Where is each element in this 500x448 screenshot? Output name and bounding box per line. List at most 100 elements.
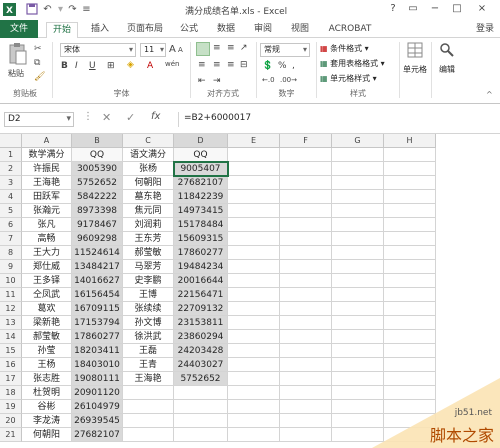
table-cell[interactable]: 20901120 (72, 386, 123, 400)
table-cell[interactable]: 15178484 (174, 218, 228, 232)
row-header-14[interactable]: 14 (0, 330, 22, 344)
tab-insert[interactable]: 插入 (84, 22, 116, 37)
table-cell[interactable] (384, 316, 436, 330)
table-cell[interactable]: 17860277 (72, 330, 123, 344)
table-cell[interactable]: 徐洪武 (123, 330, 174, 344)
table-cell[interactable] (384, 260, 436, 274)
column-header-a[interactable]: A (22, 134, 72, 148)
border-icon[interactable]: ⊞ (107, 61, 115, 71)
middle-align-icon[interactable]: ≡ (213, 43, 221, 53)
table-cell[interactable] (280, 414, 332, 428)
table-cell[interactable]: 焦元同 (123, 204, 174, 218)
help-icon[interactable]: ? (386, 2, 400, 16)
increase-decimal-icon[interactable]: ←.0 (262, 76, 275, 84)
table-cell[interactable]: 26939545 (72, 414, 123, 428)
font-grow-icon[interactable]: A (169, 44, 176, 55)
cancel-icon[interactable]: ✕ (102, 111, 111, 124)
format-as-table-button[interactable]: ▦ 套用表格格式 ▾ (320, 58, 385, 69)
fill-color-icon[interactable]: ◈ (127, 60, 134, 70)
table-cell[interactable]: 杜贺明 (22, 386, 72, 400)
table-cell[interactable]: 高畅 (22, 232, 72, 246)
table-cell[interactable] (332, 246, 384, 260)
table-cell[interactable]: 仝凤武 (22, 288, 72, 302)
table-cell[interactable]: 14973415 (174, 204, 228, 218)
row-header-20[interactable]: 20 (0, 414, 22, 428)
table-cell[interactable] (280, 176, 332, 190)
table-cell[interactable] (174, 428, 228, 442)
table-cell[interactable]: 19080111 (72, 372, 123, 386)
paste-icon[interactable] (8, 42, 28, 69)
table-cell[interactable]: 26104979 (72, 400, 123, 414)
table-cell[interactable] (332, 260, 384, 274)
tab-review[interactable]: 审阅 (248, 22, 278, 37)
row-header-9[interactable]: 9 (0, 260, 22, 274)
redo-icon[interactable]: ↷ (66, 3, 79, 16)
table-cell[interactable] (123, 400, 174, 414)
find-icon[interactable] (439, 42, 455, 61)
currency-icon[interactable]: 💲 (262, 61, 273, 71)
italic-button[interactable]: I (75, 61, 78, 71)
row-header-8[interactable]: 8 (0, 246, 22, 260)
table-cell[interactable] (228, 344, 280, 358)
table-cell[interactable]: 9609298 (72, 232, 123, 246)
header-cell[interactable] (280, 148, 332, 162)
table-cell[interactable]: 何朝阳 (123, 176, 174, 190)
indent-increase-icon[interactable]: ⇥ (213, 76, 221, 86)
align-center-icon[interactable]: ≡ (213, 60, 221, 70)
table-cell[interactable]: 5752652 (174, 372, 228, 386)
header-cell[interactable] (332, 148, 384, 162)
table-cell[interactable] (384, 218, 436, 232)
row-header-19[interactable]: 19 (0, 400, 22, 414)
table-cell[interactable] (384, 190, 436, 204)
table-cell[interactable] (384, 288, 436, 302)
table-cell[interactable]: 17153794 (72, 316, 123, 330)
row-header-16[interactable]: 16 (0, 358, 22, 372)
table-cell[interactable]: 张凡 (22, 218, 72, 232)
table-cell[interactable] (228, 260, 280, 274)
column-header-f[interactable]: F (280, 134, 332, 148)
table-cell[interactable]: 王博 (123, 288, 174, 302)
table-cell[interactable] (280, 428, 332, 442)
conditional-format-button[interactable]: ▦ 条件格式 ▾ (320, 43, 369, 54)
table-cell[interactable] (280, 316, 332, 330)
copy-icon[interactable]: ⧉ (34, 58, 40, 68)
align-left-icon[interactable]: ≡ (198, 60, 206, 70)
table-cell[interactable] (332, 330, 384, 344)
table-cell[interactable] (384, 274, 436, 288)
table-cell[interactable] (384, 358, 436, 372)
table-cell[interactable] (280, 274, 332, 288)
table-cell[interactable] (384, 330, 436, 344)
column-header-e[interactable]: E (228, 134, 280, 148)
column-header-d[interactable]: D (174, 134, 228, 148)
row-header-1[interactable]: 1 (0, 148, 22, 162)
table-cell[interactable] (384, 344, 436, 358)
table-cell[interactable]: 张志胜 (22, 372, 72, 386)
row-header-21[interactable]: 21 (0, 428, 22, 442)
maximize-icon[interactable]: □ (450, 2, 464, 16)
format-painter-icon[interactable]: 🖌 (34, 72, 45, 82)
number-format-select[interactable]: 常规 ▾ (260, 43, 310, 57)
table-cell[interactable]: 王大力 (22, 246, 72, 260)
table-cell[interactable] (332, 204, 384, 218)
table-cell[interactable] (384, 162, 436, 176)
row-header-12[interactable]: 12 (0, 302, 22, 316)
bottom-align-icon[interactable]: ≡ (227, 43, 235, 53)
header-cell[interactable]: QQ (72, 148, 123, 162)
table-cell[interactable]: 17860277 (174, 246, 228, 260)
table-cell[interactable]: 王海艳 (22, 176, 72, 190)
table-cell[interactable] (228, 176, 280, 190)
table-cell[interactable]: 27682107 (72, 428, 123, 442)
table-cell[interactable]: 田跃军 (22, 190, 72, 204)
table-cell[interactable]: 14016627 (72, 274, 123, 288)
table-cell[interactable]: 何朝阳 (22, 428, 72, 442)
table-cell[interactable] (332, 218, 384, 232)
table-cell[interactable]: 王磊 (123, 344, 174, 358)
table-cell[interactable]: 23860294 (174, 330, 228, 344)
comma-icon[interactable]: , (292, 61, 295, 71)
table-cell[interactable]: 24203428 (174, 344, 228, 358)
table-cell[interactable] (280, 190, 332, 204)
table-cell[interactable] (228, 400, 280, 414)
name-box[interactable]: D2 ▾ (4, 112, 74, 127)
column-header-b[interactable]: B (72, 134, 123, 148)
formula-input[interactable]: =B2+6000017 (178, 112, 496, 127)
